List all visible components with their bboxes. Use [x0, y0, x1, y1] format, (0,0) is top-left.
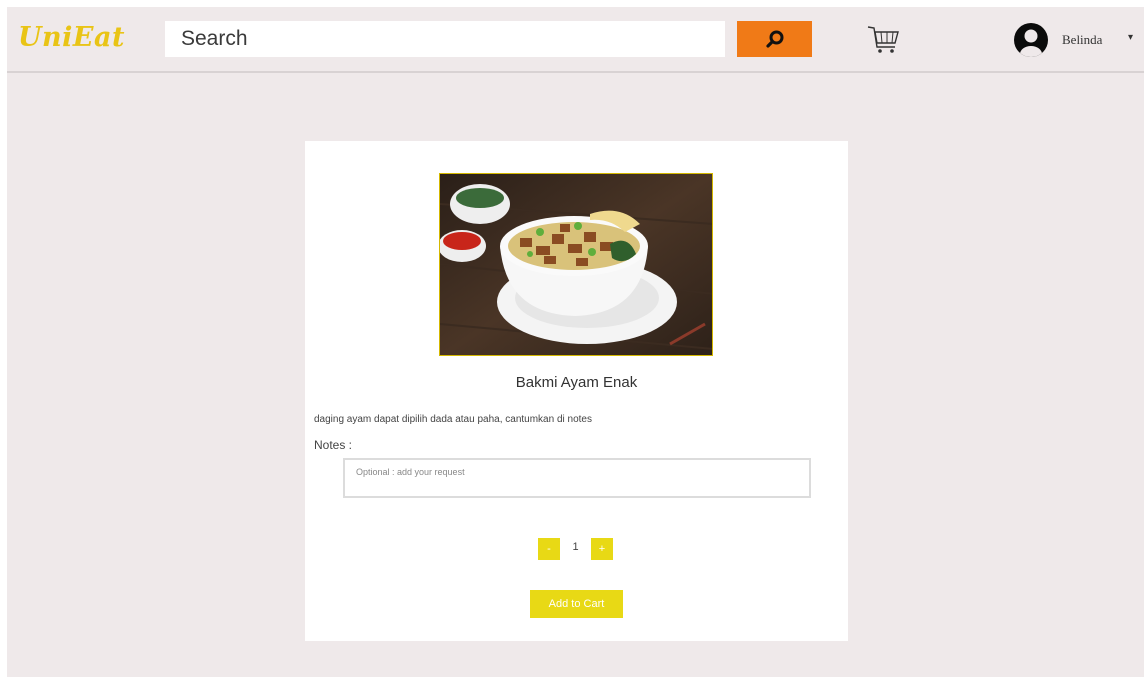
product-name: Bakmi Ayam Enak: [515, 374, 638, 391]
top-navbar: UniEat Search Belinda ▾: [7, 7, 1144, 73]
user-name[interactable]: Belinda: [1062, 32, 1102, 48]
notes-label: Notes :: [314, 438, 353, 452]
user-avatar-icon: [1014, 23, 1048, 57]
search-button[interactable]: [737, 21, 812, 57]
product-description: daging ayam dapat dipilih dada atau paha…: [314, 414, 592, 425]
logo[interactable]: UniEat: [18, 22, 125, 53]
quantity-increase-button[interactable]: +: [591, 538, 613, 560]
add-to-cart-button[interactable]: Add to Cart: [530, 590, 623, 618]
cart-button[interactable]: [865, 23, 901, 57]
chevron-down-icon[interactable]: ▾: [1128, 32, 1133, 43]
search-icon: [765, 30, 783, 48]
user-avatar[interactable]: [1013, 22, 1049, 58]
product-image: [439, 173, 713, 356]
search-input[interactable]: [165, 21, 725, 57]
notes-input[interactable]: [343, 458, 811, 498]
quantity-decrease-button[interactable]: -: [538, 538, 560, 560]
quantity-value: 1: [572, 541, 579, 553]
cart-icon: [867, 26, 899, 53]
product-card: Bakmi Ayam Enak daging ayam dapat dipili…: [305, 141, 848, 641]
app-frame: UniEat Search Belinda ▾ Bakmi Ayam Enak …: [7, 7, 1144, 677]
